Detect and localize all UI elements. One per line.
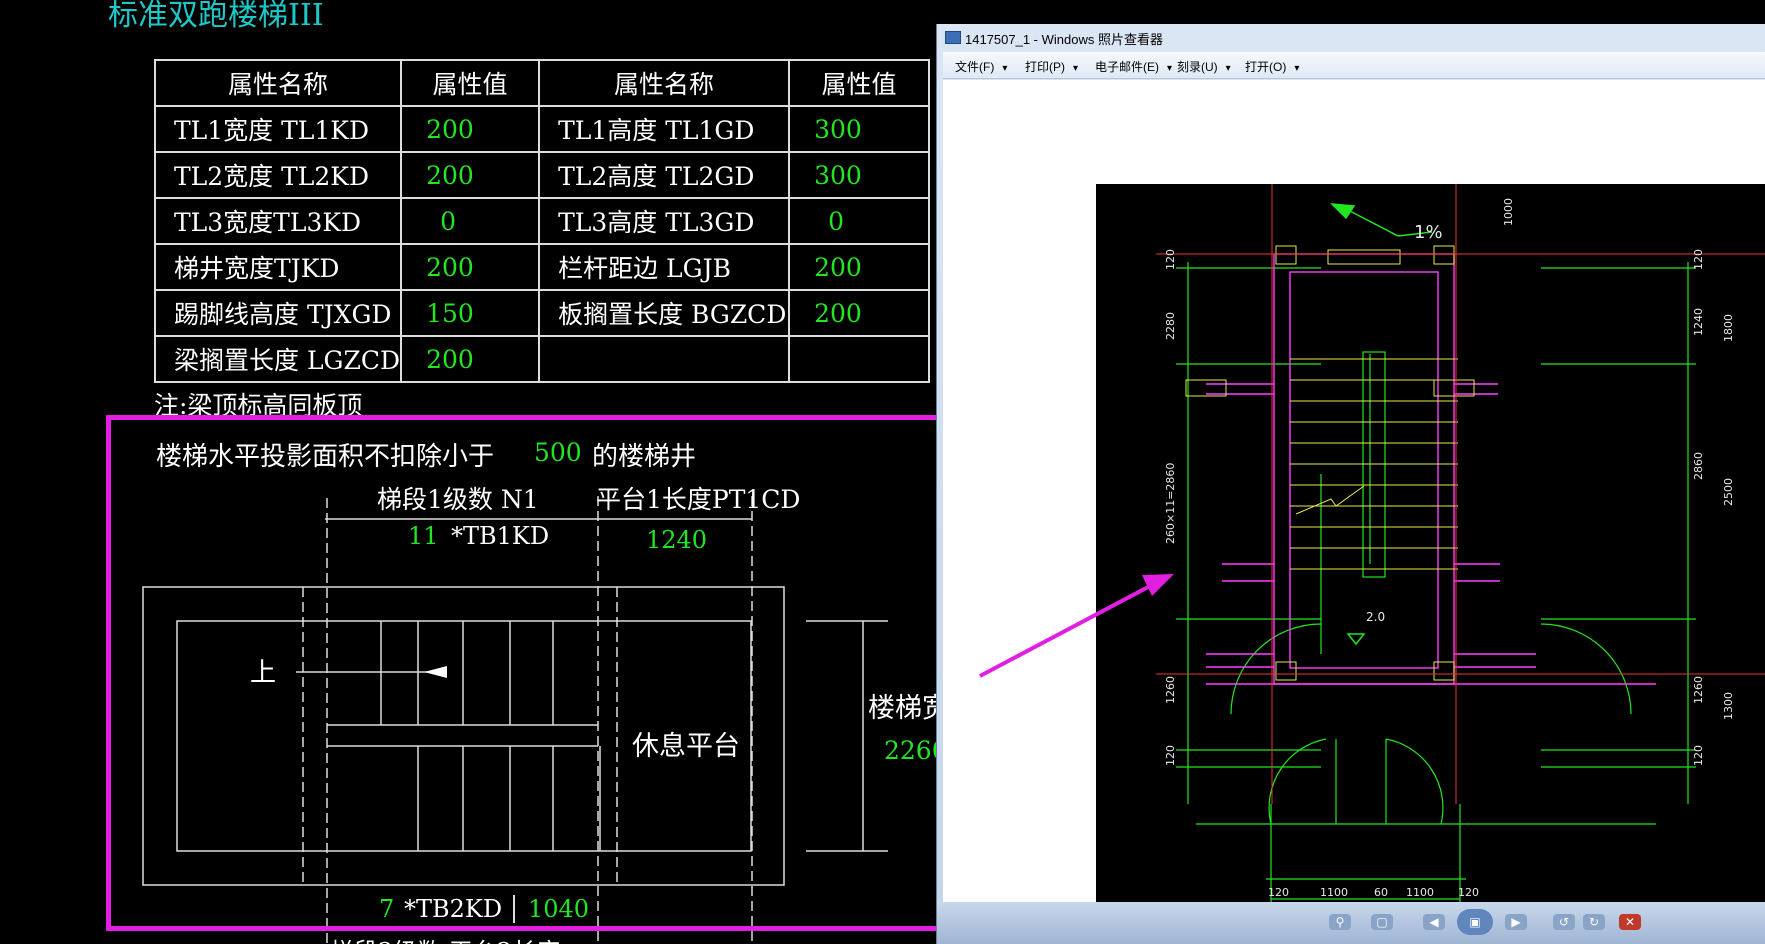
far-right-dim-2: 2500 [1722,478,1735,506]
bottom-dim-3: 60 [1374,886,1388,899]
menu-email[interactable]: 电子邮件(E) [1095,58,1172,75]
rotate-left-icon[interactable]: ↺ [1553,914,1575,930]
menu-open[interactable]: 打开(O) [1245,58,1299,75]
actual-size-icon[interactable]: ▢ [1371,914,1393,930]
image-canvas[interactable]: 1% 2.0 120 2280 260×11=2860 1260 120 120… [943,80,1765,926]
menu-file[interactable]: 文件(F) [955,58,1007,75]
highlight-frame [106,415,978,931]
left-dim-1: 120 [1164,249,1177,270]
previous-icon[interactable]: ◀ [1423,914,1445,930]
left-dim-5: 120 [1164,745,1177,766]
rotate-right-icon[interactable]: ↻ [1583,914,1605,930]
bottom-dim-4: 1100 [1406,886,1434,899]
slideshow-icon[interactable]: ▣ [1457,909,1493,935]
right-dim-3: 2860 [1692,452,1705,480]
right-dim-5: 120 [1692,745,1705,766]
title-bar[interactable]: 1417507_1 - Windows 照片查看器 [937,24,1765,50]
elevation-label: 2.0 [1366,610,1385,624]
left-dim-3: 260×11=2860 [1164,463,1177,544]
floor-plan-drawing: 1% 2.0 120 2280 260×11=2860 1260 120 120… [1156,184,1765,926]
next-icon[interactable]: ▶ [1505,914,1527,930]
delete-icon[interactable]: ✕ [1619,914,1641,930]
slope-label: 1% [1414,222,1443,243]
window-title: 1417507_1 - Windows 照片查看器 [965,32,1163,47]
far-right-dim-3: 1300 [1722,692,1735,720]
right-dim-1: 120 [1692,249,1705,270]
bottom-dim-2: 1100 [1320,886,1348,899]
area-label: 楼梯水平投影面积不扣除小于 [156,442,495,472]
menu-print[interactable]: 打印(P) [1025,58,1078,75]
bottom-dim-1: 120 [1268,886,1289,899]
menu-burn[interactable]: 刻录(U) [1177,58,1231,75]
menu-bar: 文件(F) 打印(P) 电子邮件(E) 刻录(U) 打开(O) [943,52,1765,79]
top-dim: 1000 [1502,198,1515,226]
viewer-controls-bar: ⚲ ▢ ◀ ▣ ▶ ↺ ↻ ✕ [937,902,1765,944]
bottom-dim-5: 120 [1458,886,1479,899]
area-suffix: 的楼梯井 [592,442,697,472]
photo-viewer-icon [945,31,961,44]
far-right-dim-1: 1800 [1722,314,1735,342]
left-dim-4: 1260 [1164,676,1177,704]
bottom-partial-text: 梯段2级数 平台2长度 [330,932,560,944]
zoom-icon[interactable]: ⚲ [1329,914,1351,930]
photo-viewer-window[interactable]: 1417507_1 - Windows 照片查看器 文件(F) 打印(P) 电子… [936,24,1765,944]
right-dim-4: 1260 [1692,676,1705,704]
area-value: 500 [534,438,582,467]
left-dim-2: 2280 [1164,312,1177,340]
cad-floor-plan-image: 1% 2.0 120 2280 260×11=2860 1260 120 120… [1096,184,1765,926]
right-dim-2: 1240 [1692,308,1705,336]
